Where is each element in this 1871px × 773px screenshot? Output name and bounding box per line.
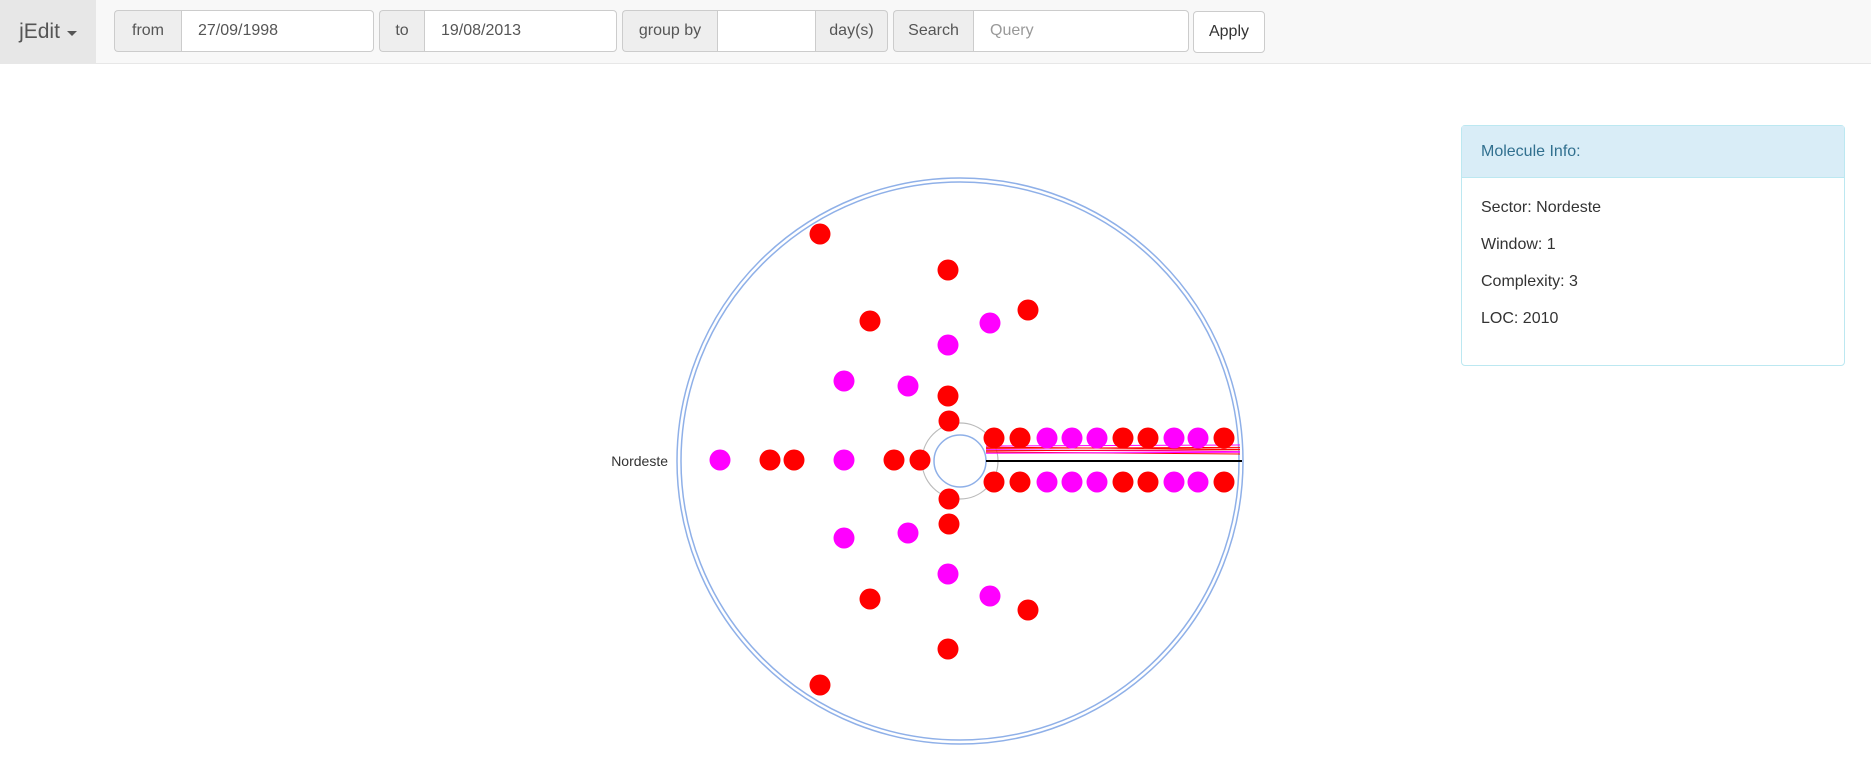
atom-magenta[interactable] bbox=[979, 585, 1001, 607]
atom-magenta[interactable] bbox=[937, 334, 959, 356]
molecule-info-body: Sector: Nordeste Window: 1 Complexity: 3… bbox=[1462, 178, 1844, 368]
from-label: from bbox=[114, 10, 181, 52]
info-window: Window: 1 bbox=[1481, 236, 1556, 253]
from-date-group: from bbox=[114, 10, 374, 52]
group-by-unit: day(s) bbox=[816, 10, 888, 52]
atom-red[interactable] bbox=[859, 588, 881, 610]
atom-red[interactable] bbox=[937, 385, 959, 407]
search-input[interactable] bbox=[973, 10, 1189, 52]
brand-label: jEdit bbox=[19, 19, 60, 43]
atom-red[interactable] bbox=[1017, 599, 1039, 621]
info-complexity: Complexity: 3 bbox=[1481, 273, 1578, 290]
atom-red[interactable] bbox=[938, 488, 960, 510]
atom-red[interactable] bbox=[1137, 471, 1159, 493]
atom-red[interactable] bbox=[1009, 427, 1031, 449]
sector-label: Nordeste bbox=[611, 453, 668, 469]
atom-red[interactable] bbox=[783, 449, 805, 471]
atom-magenta[interactable] bbox=[1086, 427, 1108, 449]
brand-dropdown[interactable]: jEdit bbox=[0, 0, 96, 63]
group-by-label: group by bbox=[622, 10, 717, 52]
caret-down-icon bbox=[66, 30, 77, 36]
atom-magenta[interactable] bbox=[1036, 471, 1058, 493]
atom-red[interactable] bbox=[859, 310, 881, 332]
atom-red[interactable] bbox=[983, 427, 1005, 449]
atom-red[interactable] bbox=[938, 410, 960, 432]
atom-magenta[interactable] bbox=[937, 563, 959, 585]
atoms bbox=[709, 223, 1235, 696]
nucleus[interactable] bbox=[933, 434, 987, 488]
atom-magenta[interactable] bbox=[1036, 427, 1058, 449]
atom-magenta[interactable] bbox=[833, 370, 855, 392]
search-group: Search bbox=[893, 10, 1189, 52]
atom-red[interactable] bbox=[1112, 471, 1134, 493]
atom-magenta[interactable] bbox=[709, 449, 731, 471]
atom-red[interactable] bbox=[809, 223, 831, 245]
atom-red[interactable] bbox=[1017, 299, 1039, 321]
atom-red[interactable] bbox=[1137, 427, 1159, 449]
atom-magenta[interactable] bbox=[833, 449, 855, 471]
atom-magenta[interactable] bbox=[1163, 471, 1185, 493]
atom-red[interactable] bbox=[909, 449, 931, 471]
from-date-input[interactable] bbox=[181, 10, 374, 52]
atom-red[interactable] bbox=[759, 449, 781, 471]
info-loc: LOC: 2010 bbox=[1481, 310, 1559, 327]
atom-red[interactable] bbox=[1213, 427, 1235, 449]
apply-button[interactable]: Apply bbox=[1193, 11, 1265, 53]
atom-red[interactable] bbox=[937, 638, 959, 660]
group-by-group: group by day(s) bbox=[622, 10, 888, 52]
atom-red[interactable] bbox=[937, 259, 959, 281]
atom-red[interactable] bbox=[1009, 471, 1031, 493]
atom-magenta[interactable] bbox=[1187, 427, 1209, 449]
to-date-input[interactable] bbox=[424, 10, 617, 52]
atom-red[interactable] bbox=[809, 674, 831, 696]
navbar: jEdit from to group by day(s) Search App… bbox=[0, 0, 1871, 64]
atom-magenta[interactable] bbox=[1061, 427, 1083, 449]
atom-magenta[interactable] bbox=[1187, 471, 1209, 493]
to-label: to bbox=[379, 10, 424, 52]
atom-magenta[interactable] bbox=[833, 527, 855, 549]
to-date-group: to bbox=[379, 10, 617, 52]
atom-red[interactable] bbox=[1213, 471, 1235, 493]
atom-magenta[interactable] bbox=[897, 522, 919, 544]
atom-red[interactable] bbox=[938, 513, 960, 535]
atom-red[interactable] bbox=[1112, 427, 1134, 449]
atom-magenta[interactable] bbox=[897, 375, 919, 397]
molecule-visualization[interactable]: Nordeste bbox=[0, 64, 1440, 773]
atom-magenta[interactable] bbox=[1086, 471, 1108, 493]
atom-magenta[interactable] bbox=[1061, 471, 1083, 493]
group-by-input[interactable] bbox=[717, 10, 816, 52]
molecule-info-panel: Molecule Info: Sector: Nordeste Window: … bbox=[1461, 125, 1845, 366]
atom-red[interactable] bbox=[883, 449, 905, 471]
atom-magenta[interactable] bbox=[979, 312, 1001, 334]
atom-red[interactable] bbox=[983, 471, 1005, 493]
search-label: Search bbox=[893, 10, 973, 52]
atom-magenta[interactable] bbox=[1163, 427, 1185, 449]
info-sector: Sector: Nordeste bbox=[1481, 199, 1602, 216]
molecule-info-title: Molecule Info: bbox=[1462, 126, 1844, 178]
